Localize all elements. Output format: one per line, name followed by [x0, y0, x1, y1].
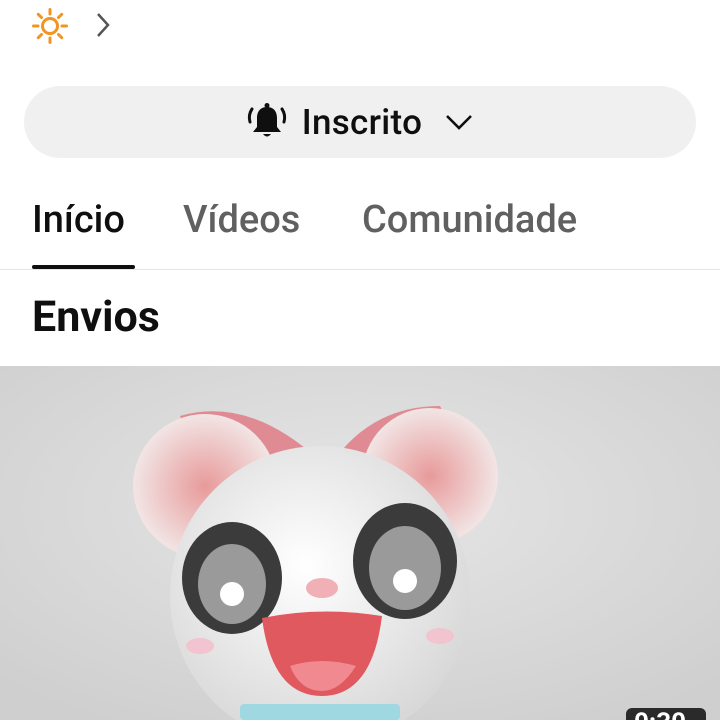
video-thumbnail[interactable]: 0:30 [0, 366, 720, 720]
sun-icon[interactable] [32, 8, 68, 44]
bell-ringing-icon [247, 103, 286, 137]
tab-videos[interactable]: Vídeos [183, 198, 300, 242]
subscribe-label: Inscrito [301, 101, 423, 143]
tab-inicio[interactable]: Início [32, 198, 125, 242]
plush-toy-image [0, 366, 720, 720]
channel-tabs: Início Vídeos Comunidade [0, 180, 720, 270]
chevron-down-icon [446, 115, 473, 130]
active-tab-indicator [32, 265, 135, 269]
section-title: Envios [32, 292, 160, 342]
video-duration-badge: 0:30 [626, 708, 706, 720]
tab-comunidade[interactable]: Comunidade [362, 198, 577, 242]
chevron-right-icon[interactable] [92, 10, 114, 40]
top-bar [0, 0, 720, 54]
subscribed-button[interactable]: Inscrito [24, 86, 696, 158]
